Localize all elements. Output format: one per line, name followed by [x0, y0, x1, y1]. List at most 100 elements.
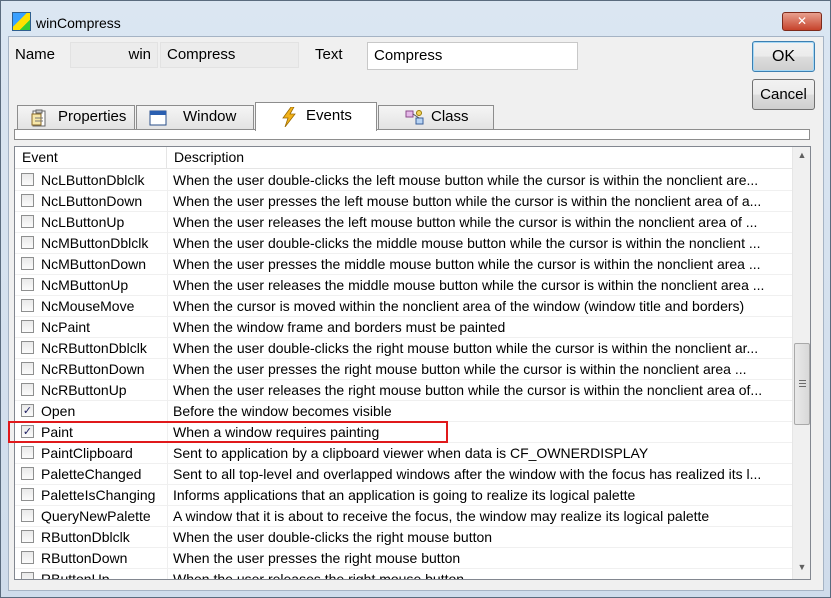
- column-divider: [167, 170, 168, 191]
- grid-header: Event Description: [15, 147, 792, 169]
- table-row[interactable]: PaintClipboard Sent to application by a c…: [15, 443, 792, 464]
- event-checkbox[interactable]: [21, 194, 34, 207]
- event-name: NcLButtonDown: [41, 193, 143, 209]
- event-description: Sent to application by a clipboard viewe…: [173, 445, 649, 461]
- wincompress-window: winCompress ✕ Name win Compress Text Com…: [0, 0, 831, 598]
- column-divider: [167, 191, 168, 212]
- column-divider: [167, 359, 168, 380]
- vertical-scrollbar[interactable]: ▲ ▼: [792, 147, 810, 579]
- event-checkbox[interactable]: [21, 551, 34, 564]
- app-icon: [12, 12, 31, 31]
- close-button[interactable]: ✕: [782, 12, 822, 31]
- event-name: NcMouseMove: [41, 298, 135, 314]
- table-row[interactable]: NcLButtonDblclk When the user double-clic…: [15, 170, 792, 191]
- table-row[interactable]: NcMButtonUp When the user releases the mi…: [15, 275, 792, 296]
- table-row[interactable]: PaletteIsChanging Informs applications th…: [15, 485, 792, 506]
- event-name: NcLButtonUp: [41, 214, 125, 230]
- table-row[interactable]: ✓ Paint When a window requires painting: [15, 422, 792, 443]
- event-checkbox[interactable]: [21, 446, 34, 459]
- event-checkbox[interactable]: ✓: [21, 404, 34, 417]
- column-header-event[interactable]: Event: [15, 147, 167, 169]
- event-checkbox[interactable]: [21, 320, 34, 333]
- event-checkbox[interactable]: [21, 383, 34, 396]
- tab-label: Class: [431, 108, 469, 125]
- grip-icon: [799, 380, 806, 381]
- table-row[interactable]: RButtonDblclk When the user double-clicks…: [15, 527, 792, 548]
- table-row[interactable]: NcLButtonDown When the user presses the l…: [15, 191, 792, 212]
- event-name: QueryNewPalette: [41, 508, 151, 524]
- scroll-up-icon[interactable]: ▲: [793, 147, 810, 164]
- events-grid[interactable]: Event Description NcLButtonDblclk When th…: [14, 146, 811, 580]
- event-name: PaintClipboard: [41, 445, 133, 461]
- table-row[interactable]: NcMButtonDblclk When the user double-clic…: [15, 233, 792, 254]
- event-checkbox[interactable]: [21, 362, 34, 375]
- column-divider: [167, 296, 168, 317]
- tab-label: Properties: [58, 108, 127, 125]
- event-checkbox[interactable]: [21, 509, 34, 522]
- table-row[interactable]: NcPaint When the window frame and borders…: [15, 317, 792, 338]
- ok-button[interactable]: OK: [752, 41, 815, 72]
- event-name: PaletteChanged: [41, 466, 142, 482]
- column-divider: [167, 569, 168, 579]
- column-divider: [167, 485, 168, 506]
- event-checkbox[interactable]: [21, 467, 34, 480]
- column-header-description[interactable]: Description: [167, 147, 792, 169]
- tab-properties[interactable]: Properties: [17, 105, 135, 129]
- event-checkbox[interactable]: [21, 299, 34, 312]
- name-field[interactable]: Compress: [160, 42, 299, 68]
- event-name: NcPaint: [41, 319, 91, 335]
- tab-events[interactable]: Events: [255, 102, 377, 131]
- tab-class[interactable]: Class: [378, 105, 494, 129]
- table-row[interactable]: RButtonUp When the user releases the righ…: [15, 569, 792, 579]
- event-checkbox[interactable]: [21, 215, 34, 228]
- event-checkbox[interactable]: [21, 236, 34, 249]
- table-row[interactable]: QueryNewPalette A window that it is about…: [15, 506, 792, 527]
- event-name: NcRButtonDown: [41, 361, 145, 377]
- event-name: PaletteIsChanging: [41, 487, 156, 503]
- event-description: When the user double-clicks the left mou…: [173, 172, 759, 188]
- column-divider: [167, 527, 168, 548]
- cancel-button[interactable]: Cancel: [752, 79, 815, 110]
- table-row[interactable]: ✓ Open Before the window becomes visible: [15, 401, 792, 422]
- event-name: Open: [41, 403, 76, 419]
- table-row[interactable]: NcMButtonDown When the user presses the m…: [15, 254, 792, 275]
- scroll-down-icon[interactable]: ▼: [793, 559, 810, 576]
- event-checkbox[interactable]: [21, 257, 34, 270]
- event-name: RButtonDown: [41, 550, 128, 566]
- table-row[interactable]: NcRButtonDblclk When the user double-clic…: [15, 338, 792, 359]
- event-checkbox[interactable]: [21, 278, 34, 291]
- table-row[interactable]: NcLButtonUp When the user releases the le…: [15, 212, 792, 233]
- table-row[interactable]: RButtonDown When the user presses the rig…: [15, 548, 792, 569]
- event-checkbox[interactable]: [21, 488, 34, 501]
- table-row[interactable]: NcMouseMove When the cursor is moved with…: [15, 296, 792, 317]
- event-checkbox[interactable]: [21, 341, 34, 354]
- column-divider: [167, 254, 168, 275]
- table-row[interactable]: PaletteChanged Sent to all top-level and …: [15, 464, 792, 485]
- event-name: NcMButtonDown: [41, 256, 147, 272]
- event-checkbox[interactable]: [21, 173, 34, 186]
- tab-window[interactable]: Window: [136, 105, 254, 129]
- event-name: NcLButtonDblclk: [41, 172, 145, 188]
- event-description: When the user presses the middle mouse b…: [173, 256, 761, 272]
- table-row[interactable]: NcRButtonUp When the user releases the ri…: [15, 380, 792, 401]
- table-row[interactable]: NcRButtonDown When the user presses the r…: [15, 359, 792, 380]
- event-description: Before the window becomes visible: [173, 403, 392, 419]
- event-checkbox[interactable]: [21, 530, 34, 543]
- column-divider: [167, 212, 168, 233]
- text-field[interactable]: Compress: [367, 42, 578, 70]
- class-icon: [405, 109, 424, 127]
- properties-icon: [30, 109, 48, 127]
- column-divider: [167, 275, 168, 296]
- title-bar[interactable]: winCompress ✕: [1, 1, 830, 41]
- event-checkbox[interactable]: ✓: [21, 425, 34, 438]
- event-checkbox[interactable]: [21, 572, 34, 579]
- column-divider: [167, 464, 168, 485]
- event-name: NcRButtonUp: [41, 382, 127, 398]
- name-label: Name: [15, 46, 56, 63]
- event-description: When the user presses the left mouse but…: [173, 193, 762, 209]
- event-description: When the user double-clicks the right mo…: [173, 529, 493, 545]
- tab-content-strip: [14, 129, 810, 140]
- event-description: Sent to all top-level and overlapped win…: [173, 466, 762, 482]
- scroll-thumb[interactable]: [794, 343, 810, 425]
- column-divider: [167, 422, 168, 443]
